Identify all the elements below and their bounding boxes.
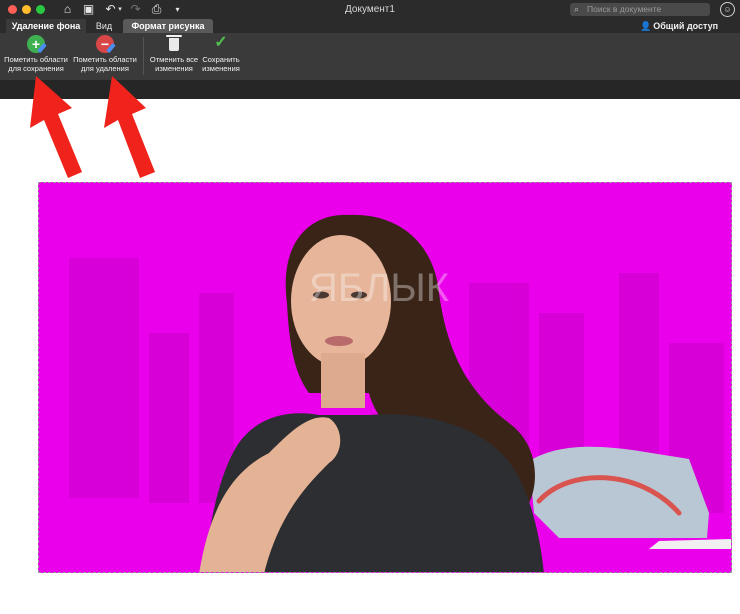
annotation-arrows xyxy=(30,76,155,178)
red-arrow-left-icon xyxy=(30,76,82,178)
red-arrow-right-icon xyxy=(104,76,155,178)
